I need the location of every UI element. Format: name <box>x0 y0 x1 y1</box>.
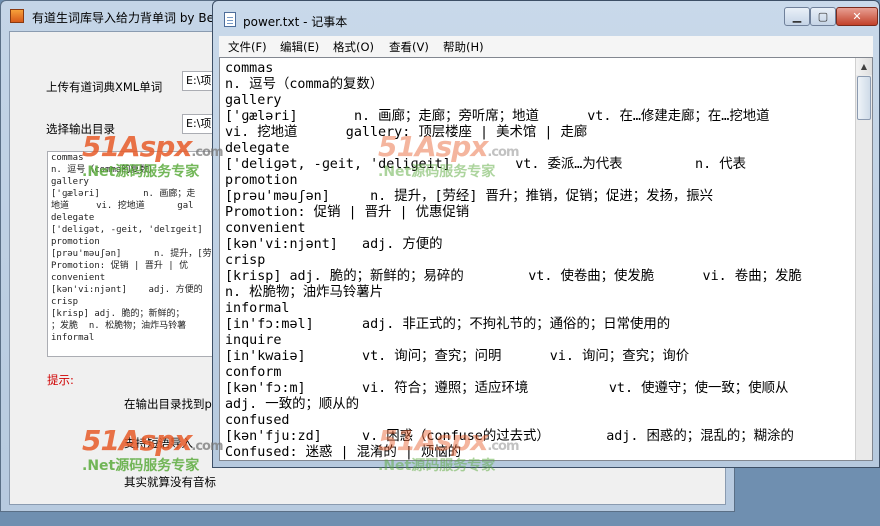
preview-line: gallery <box>51 177 89 187</box>
menu-edit[interactable]: 编辑(E) <box>280 39 319 55</box>
preview-line: [krisp] adj. 脆的；新鲜的； <box>51 309 185 319</box>
text-line: convenient <box>225 221 306 236</box>
preview-line: [prəu'məuʃən] n. 提升，[劳 <box>51 249 212 259</box>
text-line: [kən'vi:njənt] adj. 方便的 <box>225 237 443 252</box>
notepad-window: power.txt - 记事本 ▁ ▢ ✕ 文件(F) 编辑(E) 格式(O) … <box>212 0 880 468</box>
minimize-button[interactable]: ▁ <box>784 7 810 26</box>
text-line: n. 松脆物；油炸马铃薯片 <box>225 285 384 300</box>
vertical-scrollbar[interactable]: ▲ <box>855 58 872 460</box>
text-line: promotion <box>225 173 298 188</box>
text-line: Confused: 迷惑 | 混淆的 | 烦恼的 <box>225 445 462 460</box>
tip-line: 支持短语导入 <box>124 436 193 450</box>
tip-text: 在输出目录找到p 支持短语导入 其实就算没有音标 <box>124 372 216 515</box>
menu-view[interactable]: 查看(V) <box>389 39 429 55</box>
menu-file[interactable]: 文件(F) <box>228 39 267 55</box>
text-line: [in'fɔ:məl] adj. 非正式的；不拘礼节的；通俗的；日常使用的 <box>225 317 671 332</box>
close-icon: ✕ <box>852 10 862 23</box>
tip-label: 提示: <box>47 373 74 387</box>
text-line: [kən'fɔ:m] vi. 符合；遵照；适应环境 vt. 使遵守；使一致；使顺… <box>225 381 789 396</box>
text-line: gallery <box>225 93 282 108</box>
preview-line: [kən'vi:njənt] adj. 方便的 <box>51 285 203 295</box>
maximize-button[interactable]: ▢ <box>810 7 836 26</box>
preview-line: 地道 vi. 挖地道 gal <box>51 201 194 211</box>
app-title: 有道生词库导入给力背单词 by Be <box>32 11 214 25</box>
text-editor[interactable]: commas n. 逗号（comma的复数） gallery ['ɡæləri]… <box>219 57 873 461</box>
preview-line: crisp <box>51 297 79 307</box>
notepad-title: power.txt - 记事本 <box>243 15 348 29</box>
text-line: ['deliɡət, -ɡeit, 'deliɡeit] vt. 委派…为代表 … <box>225 157 747 172</box>
text-line: commas <box>225 61 274 76</box>
text-line: ['ɡæləri] n. 画廊；走廊；旁听席；地道 vt. 在…修建走廊；在…挖… <box>225 109 770 124</box>
preview-line: ['ɡæləri] n. 画廊；走 <box>51 189 196 199</box>
text-line: [in'kwaiə] vt. 询问；查究；问明 vi. 询问；查究；询价 <box>225 349 690 364</box>
text-line: conform <box>225 365 282 380</box>
output-label: 选择输出目录 <box>46 122 115 136</box>
upload-label: 上传有道词典XML单词 <box>46 80 163 94</box>
menu-help[interactable]: 帮助(H) <box>443 39 484 55</box>
preview-line: n. 逗号（comma的复数） <box>51 165 158 175</box>
text-line: [krisp] adj. 脆的；新鲜的；易碎的 vt. 使卷曲；使发脆 vi. … <box>225 269 802 284</box>
text-line: adj. 一致的；顺从的 <box>225 397 360 412</box>
preview-line: convenient <box>51 273 106 283</box>
tip-line: 在输出目录找到p <box>124 397 212 411</box>
scrollbar-thumb[interactable] <box>857 76 871 120</box>
notepad-icon <box>224 12 236 27</box>
text-line: n. 逗号（comma的复数） <box>225 77 384 92</box>
editor-text: commas n. 逗号（comma的复数） gallery ['ɡæləri]… <box>225 61 850 460</box>
preview-line: informal <box>51 333 95 343</box>
text-line: [prəu'məuʃən] n. 提升，[劳经] 晋升；推销，促销；促进；发扬，… <box>225 189 714 204</box>
text-line: informal <box>225 301 290 316</box>
menu-format[interactable]: 格式(O) <box>333 39 374 55</box>
text-line: crisp <box>225 253 266 268</box>
text-line: delegate <box>225 141 290 156</box>
preview-line: Promotion: 促销 | 晋升 | 优 <box>51 261 189 271</box>
preview-line: commas <box>51 153 84 163</box>
text-line: inquire <box>225 333 282 348</box>
preview-line: ['deliɡət, -ɡeit, 'delɪɡeit] <box>51 225 203 235</box>
preview-textbox[interactable]: commas n. 逗号（comma的复数） gallery ['ɡæləri]… <box>47 151 222 357</box>
tip-line: 其实就算没有音标 <box>124 475 216 489</box>
preview-line: ；发脆 n. 松脆物；油炸马铃薯 <box>51 321 187 331</box>
scroll-up-icon[interactable]: ▲ <box>856 58 872 75</box>
maximize-icon: ▢ <box>817 10 829 23</box>
text-line: confused <box>225 413 290 428</box>
app-icon <box>10 9 24 23</box>
preview-line: promotion <box>51 237 100 247</box>
text-line: vi. 挖地道 gallery: 顶层楼座 | 美术馆 | 走廊 <box>225 125 588 140</box>
minimize-icon: ▁ <box>792 10 802 23</box>
preview-line: delegate <box>51 213 95 223</box>
text-line: Promotion: 促销 | 晋升 | 优惠促销 <box>225 205 470 220</box>
close-button[interactable]: ✕ <box>836 7 878 26</box>
text-line: [kən'fju:zd] v. 困惑（confuse的过去式） adj. 困惑的… <box>225 429 794 444</box>
menu-bar: 文件(F) 编辑(E) 格式(O) 查看(V) 帮助(H) <box>219 36 873 57</box>
